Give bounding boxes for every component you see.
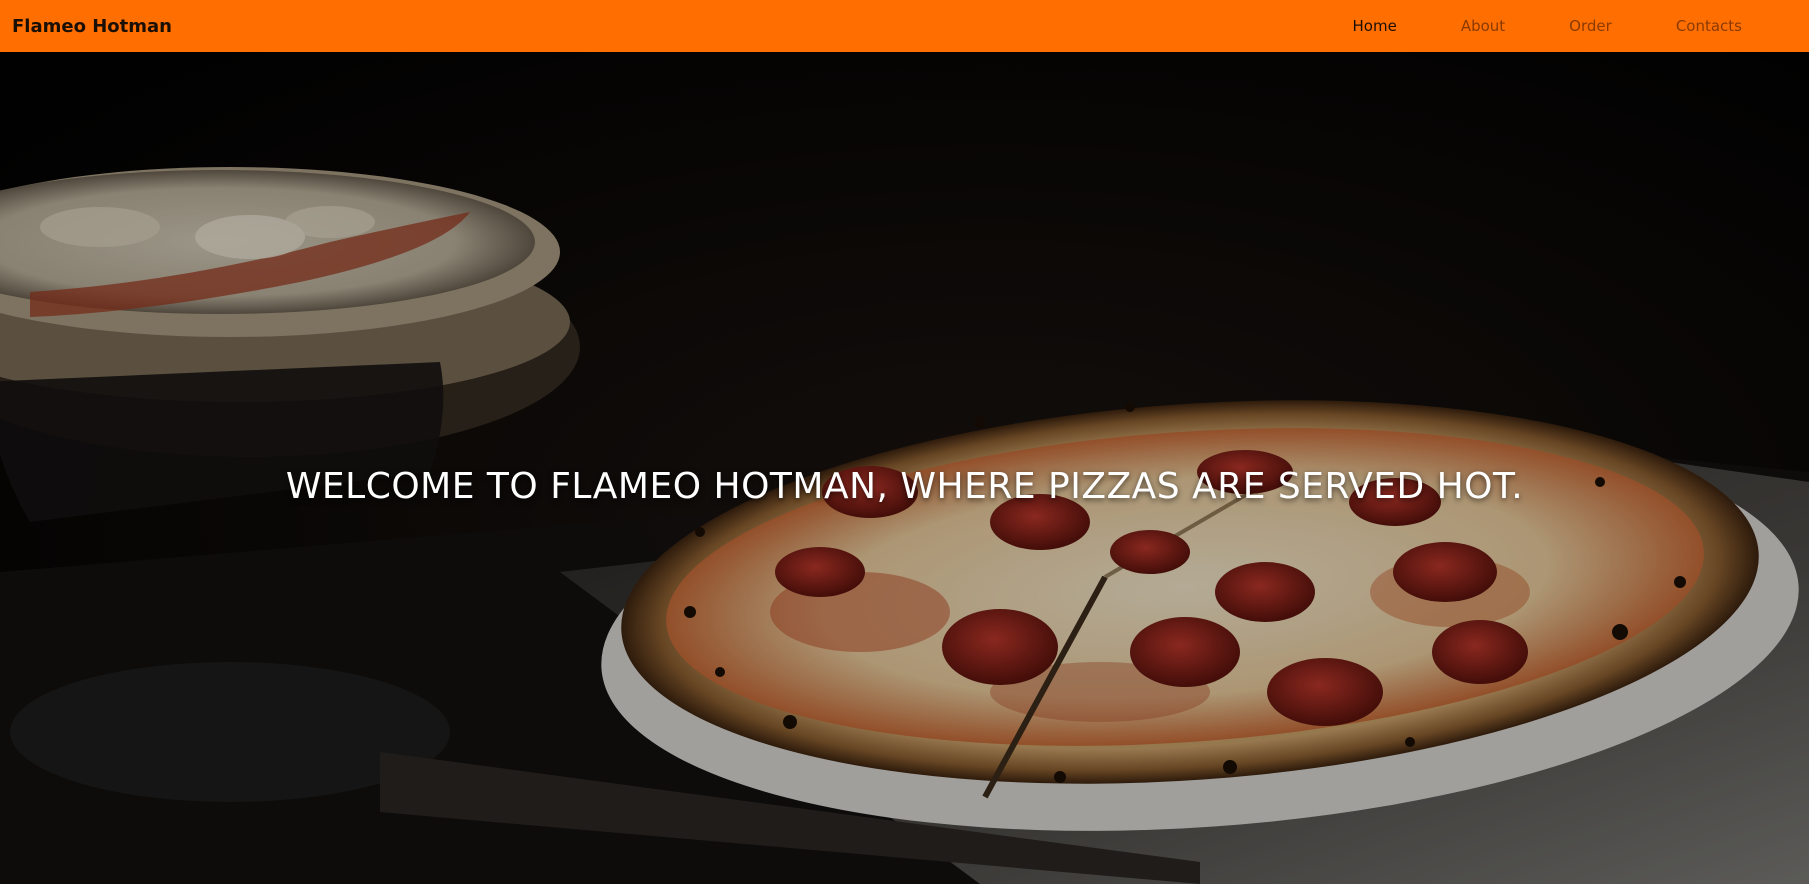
nav-link-home[interactable]: Home [1353,17,1397,35]
nav-link-order[interactable]: Order [1569,17,1612,35]
brand-logo[interactable]: Flameo Hotman [12,16,172,37]
page: Flameo Hotman Home About Order Contacts [0,0,1809,884]
nav-link-contacts[interactable]: Contacts [1676,17,1742,35]
hero-section: WELCOME TO FLAMEO HOTMAN, WHERE PIZZAS A… [0,52,1809,884]
navbar: Flameo Hotman Home About Order Contacts [0,0,1809,52]
nav-link-about[interactable]: About [1461,17,1505,35]
nav-links: Home About Order Contacts [1289,0,1797,52]
hero-heading: WELCOME TO FLAMEO HOTMAN, WHERE PIZZAS A… [285,466,1524,507]
